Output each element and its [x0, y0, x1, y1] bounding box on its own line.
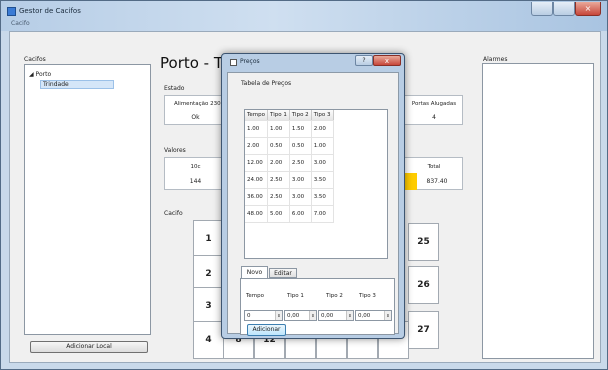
locker-25[interactable]: 25 [408, 223, 439, 261]
add-price-button[interactable]: Adicionar [247, 324, 286, 336]
table-cell[interactable]: 3.00 [289, 171, 312, 189]
close-button[interactable]: × [575, 2, 601, 16]
locker-26[interactable]: 26 [408, 266, 439, 304]
menu-cacifo[interactable]: Cacifo [11, 20, 30, 27]
table-cell[interactable]: 1.00 [245, 120, 269, 138]
first-value-box: 10c 144 [164, 157, 225, 190]
table-cell[interactable]: 1.00 [311, 137, 334, 155]
tree-node-porto[interactable]: ◢ Porto [29, 71, 51, 78]
price-table-header: Tempo Tipo 1 Tipo 2 Tipo 3 [245, 110, 334, 121]
table-cell[interactable]: 48.00 [245, 205, 269, 223]
table-cell[interactable]: 3.00 [311, 154, 334, 172]
alarms-label: Alarmes [483, 56, 508, 63]
table-cell[interactable]: 36.00 [245, 188, 269, 206]
prices-dialog: Preços ? x Tabela de Preços Tempo Tipo 1… [221, 53, 405, 339]
dialog-icon [230, 59, 237, 66]
price-table-label: Tabela de Preços [241, 80, 292, 87]
window-title: Gestor de Cacifos [19, 7, 81, 15]
table-cell[interactable]: 0.50 [289, 137, 312, 155]
power-value: Ok [191, 114, 200, 121]
expand-arrow-icon[interactable]: ◢ [29, 71, 34, 78]
table-row[interactable]: 12.00 2.00 2.50 3.00 [245, 154, 334, 172]
locker-1[interactable]: 1 [193, 220, 224, 258]
form-label-tipo1: Tipo 1 [287, 293, 304, 299]
table-cell[interactable]: 0.50 [267, 137, 290, 155]
estado-label: Estado [164, 85, 185, 92]
first-value-header: 10c [190, 164, 201, 170]
add-location-button[interactable]: Adicionar Local [30, 341, 148, 353]
table-row[interactable]: 1.00 1.00 1.50 2.00 [245, 120, 334, 138]
spin-arrows-icon[interactable]: ⬍ [309, 311, 316, 320]
tempo-value: 0 [247, 313, 251, 319]
dialog-close-button[interactable]: x [373, 55, 401, 66]
tab-editar[interactable]: Editar [269, 268, 297, 278]
rented-header: Portas Alugadas [411, 101, 457, 107]
form-label-tipo2: Tipo 2 [326, 293, 343, 299]
table-cell[interactable]: 2.50 [267, 171, 290, 189]
tipo3-spinbox[interactable]: 0,00 ⬍ [355, 310, 392, 321]
price-table[interactable]: Tempo Tipo 1 Tipo 2 Tipo 3 1.00 1.00 1.5… [245, 110, 334, 223]
dialog-title: Preços [240, 58, 260, 65]
tipo1-value: 0,00 [287, 313, 300, 319]
table-cell[interactable]: 24.00 [245, 171, 269, 189]
tipo3-value: 0,00 [358, 313, 371, 319]
locker-27[interactable]: 27 [408, 311, 439, 349]
table-cell[interactable]: 3.50 [311, 171, 334, 189]
tree-label: Cacifos [24, 56, 46, 63]
rented-value: 4 [432, 114, 436, 121]
total-box: Total 837.40 [403, 157, 463, 190]
tempo-spinbox[interactable]: 0 ⬍ [244, 310, 283, 321]
locker-4[interactable]: 4 [193, 321, 224, 359]
column-header[interactable]: Tipo 1 [267, 110, 290, 121]
alarms-list[interactable] [482, 63, 594, 359]
title-bar: Gestor de Cacifos Cacifo × [1, 1, 607, 31]
table-row[interactable]: 36.00 2.50 3.00 3.50 [245, 188, 334, 206]
column-header[interactable]: Tipo 2 [289, 110, 312, 121]
spin-arrows-icon[interactable]: ⬍ [384, 311, 391, 320]
table-cell[interactable]: 5.00 [267, 205, 290, 223]
table-cell[interactable]: 3.50 [311, 188, 334, 206]
form-label-tempo: Tempo [246, 293, 265, 299]
table-cell[interactable]: 2.50 [267, 188, 290, 206]
table-cell[interactable]: 3.00 [289, 188, 312, 206]
table-cell[interactable]: 2.00 [311, 120, 334, 138]
total-value: 837.40 [426, 178, 448, 185]
cacifo-label: Cacifo [164, 210, 183, 217]
table-cell[interactable]: 6.00 [289, 205, 312, 223]
column-header[interactable]: Tempo [245, 110, 269, 121]
valores-label: Valores [164, 147, 186, 154]
table-cell[interactable]: 2.00 [245, 137, 269, 155]
total-header: Total [427, 164, 441, 170]
power-status-box: Alimentação 230 Ok [164, 95, 225, 125]
help-button[interactable]: ? [355, 55, 373, 66]
tipo2-value: 0,00 [321, 313, 334, 319]
table-cell[interactable]: 2.50 [289, 154, 312, 172]
table-row[interactable]: 24.00 2.50 3.00 3.50 [245, 171, 334, 189]
table-cell[interactable]: 1.50 [289, 120, 312, 138]
locker-3[interactable]: 3 [193, 287, 224, 325]
spin-arrows-icon[interactable]: ⬍ [275, 311, 282, 320]
table-row[interactable]: 2.00 0.50 0.50 1.00 [245, 137, 334, 155]
form-label-tipo3: Tipo 3 [359, 293, 376, 299]
spin-arrows-icon[interactable]: ⬍ [346, 311, 353, 320]
rented-doors-box: Portas Alugadas 4 [403, 95, 463, 125]
minimize-button[interactable] [531, 2, 553, 16]
column-header[interactable]: Tipo 3 [311, 110, 334, 121]
maximize-button[interactable] [553, 2, 575, 16]
novo-tab-panel: Tempo Tipo 1 Tipo 2 Tipo 3 0 ⬍ 0,00 ⬍ 0,… [240, 278, 395, 336]
table-row[interactable]: 48.00 5.00 6.00 7.00 [245, 205, 334, 223]
table-cell[interactable]: 1.00 [267, 120, 290, 138]
locations-tree[interactable]: ◢ Porto Trindade [24, 64, 151, 335]
table-cell[interactable]: 7.00 [311, 205, 334, 223]
table-cell[interactable]: 2.00 [267, 154, 290, 172]
table-cell[interactable]: 12.00 [245, 154, 269, 172]
first-value: 144 [189, 178, 202, 185]
tipo1-spinbox[interactable]: 0,00 ⬍ [284, 310, 317, 321]
app-icon [7, 7, 16, 16]
tipo2-spinbox[interactable]: 0,00 ⬍ [318, 310, 354, 321]
dialog-client: Tabela de Preços Tempo Tipo 1 Tipo 2 Tip… [227, 72, 399, 336]
tree-node-trindade[interactable]: Trindade [40, 80, 114, 89]
